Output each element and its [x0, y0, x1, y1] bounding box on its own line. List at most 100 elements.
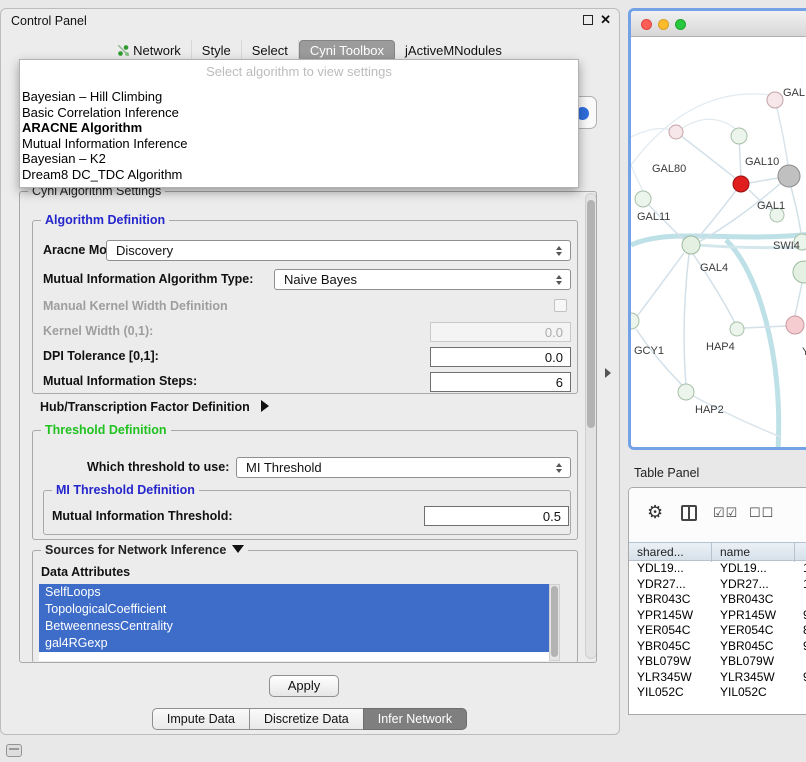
- network-node[interactable]: [733, 176, 749, 192]
- network-node-label: GAL: [783, 87, 805, 99]
- mi-steps-input[interactable]: 6: [430, 372, 571, 392]
- table-row[interactable]: YDR27...YDR27...12: [629, 577, 806, 593]
- table-column-header[interactable]: [795, 543, 806, 562]
- select-unchecked-rows-icon[interactable]: ☐☐: [749, 505, 774, 521]
- table-row[interactable]: YLR345WYLR345W9.: [629, 670, 806, 686]
- table-row[interactable]: YBR045CYBR045C9.: [629, 639, 806, 655]
- table-row[interactable]: YBL079WYBL079W: [629, 654, 806, 670]
- zoom-traffic-light-icon[interactable]: [675, 19, 686, 30]
- mi-algorithm-type-label: Mutual Information Algorithm Type:: [43, 272, 253, 286]
- data-attributes-list[interactable]: SelfLoopsTopologicalCoefficientBetweenne…: [39, 584, 549, 661]
- apply-button[interactable]: Apply: [269, 675, 339, 697]
- expander-expanded-icon: [232, 545, 244, 553]
- tab-network[interactable]: Network: [108, 40, 192, 61]
- network-node[interactable]: [678, 384, 694, 400]
- tab-label: Cyni Toolbox: [310, 43, 384, 58]
- network-node[interactable]: [731, 128, 747, 144]
- attribute-item[interactable]: TopologicalCoefficient: [39, 601, 549, 618]
- mi-algorithm-type-select[interactable]: Naive Bayes: [274, 269, 571, 290]
- table-panel-window: ⚙ ☑☑ ☐☐ shared...name YDL19...YDL19...13…: [628, 487, 806, 715]
- network-edge: [636, 329, 683, 386]
- network-window-titlebar: [631, 11, 806, 37]
- close-traffic-light-icon[interactable]: [641, 19, 652, 30]
- network-canvas[interactable]: GALGAL80GAL10GAL11GAL1SWI4GAL4GCY1HAP4HA…: [631, 37, 806, 447]
- algorithm-option[interactable]: Bayesian – K2: [20, 151, 578, 167]
- combo-arrows-icon: [553, 463, 565, 473]
- float-window-icon[interactable]: [583, 15, 593, 25]
- tab-select[interactable]: Select: [242, 40, 299, 61]
- table-cell: YBR043C: [712, 592, 795, 608]
- table-row[interactable]: YBR043CYBR043C: [629, 592, 806, 608]
- which-threshold-select[interactable]: MI Threshold: [236, 457, 571, 478]
- panel-resize-handle[interactable]: [605, 368, 611, 378]
- attribute-item[interactable]: BetweennessCentrality: [39, 618, 549, 635]
- table-toolbar: ⚙ ☑☑ ☐☐: [629, 488, 806, 542]
- sources-expander[interactable]: Sources for Network Inference: [41, 543, 248, 557]
- table-row[interactable]: YIL052CYIL052C: [629, 685, 806, 701]
- table-row[interactable]: YER054CYER054C8.: [629, 623, 806, 639]
- network-edge: [749, 178, 778, 183]
- table-rows: YDL19...YDL19...13YDR27...YDR27...12YBR0…: [629, 561, 806, 714]
- collapsed-panel-icon[interactable]: [6, 744, 22, 757]
- bottom-tab-impute-data[interactable]: Impute Data: [152, 708, 250, 730]
- table-cell: YBR045C: [712, 639, 795, 655]
- algorithm-option[interactable]: Bayesian – Hill Climbing: [20, 89, 578, 105]
- tab-label: Network: [133, 43, 181, 58]
- attribute-item[interactable]: gal4RGexp: [39, 635, 549, 652]
- attributes-scrollbar-thumb[interactable]: [551, 586, 558, 657]
- mi-threshold-input[interactable]: 0.5: [424, 506, 569, 526]
- algorithm-option[interactable]: Mutual Information Inference: [20, 136, 578, 152]
- network-node[interactable]: [778, 165, 800, 187]
- manual-kernel-width-checkbox[interactable]: [554, 299, 567, 312]
- table-cell: YBL079W: [712, 654, 795, 670]
- attribute-item[interactable]: SelfLoops: [39, 584, 549, 601]
- table-cell: 9.: [795, 670, 806, 686]
- which-threshold-label: Which threshold to use:: [87, 460, 229, 474]
- table-cell: YIL052C: [712, 685, 795, 701]
- bottom-tab-discretize-data[interactable]: Discretize Data: [249, 708, 364, 730]
- close-icon[interactable]: ✕: [600, 14, 611, 26]
- bottom-tab-bar: Impute DataDiscretize DataInfer Network: [1, 708, 619, 730]
- mi-steps-label: Mutual Information Steps:: [43, 374, 197, 388]
- cyni-algorithm-settings-group: Cyni Algorithm Settings Algorithm Defini…: [19, 191, 597, 663]
- mi-threshold-definition-title: MI Threshold Definition: [52, 483, 199, 497]
- minimize-traffic-light-icon[interactable]: [658, 19, 669, 30]
- combo-arrows-icon: [553, 246, 565, 256]
- attributes-scrollbar[interactable]: [549, 584, 560, 661]
- columns-icon[interactable]: [681, 505, 697, 521]
- network-node[interactable]: [682, 236, 700, 254]
- data-attributes-label: Data Attributes: [41, 565, 130, 579]
- network-node[interactable]: [793, 261, 806, 283]
- network-node-label: GAL11: [637, 211, 670, 223]
- tab-style[interactable]: Style: [192, 40, 242, 61]
- table-cell: YBL079W: [629, 654, 712, 670]
- network-node[interactable]: [669, 125, 683, 139]
- algorithm-dropdown-placeholder: Select algorithm to view settings: [20, 63, 578, 81]
- dpi-tolerance-input[interactable]: 0.0: [430, 347, 571, 367]
- table-row[interactable]: YDL19...YDL19...13: [629, 561, 806, 577]
- dpi-tolerance-label: DPI Tolerance [0,1]:: [43, 349, 159, 363]
- network-node-label: GAL4: [700, 262, 728, 274]
- network-node[interactable]: [730, 322, 744, 336]
- gear-icon[interactable]: ⚙: [647, 502, 663, 523]
- bottom-tab-infer-network[interactable]: Infer Network: [363, 708, 467, 730]
- algorithm-option[interactable]: Basic Correlation Inference: [20, 105, 578, 121]
- algorithm-option[interactable]: Dream8 DC_TDC Algorithm: [20, 167, 578, 183]
- table-column-header[interactable]: shared...: [629, 543, 712, 562]
- select-checked-rows-icon[interactable]: ☑☑: [713, 505, 738, 521]
- table-column-header[interactable]: name: [712, 543, 795, 562]
- network-node-label: HAP4: [706, 341, 735, 353]
- table-cell: 9.: [795, 608, 806, 624]
- tab-jactivemnodules[interactable]: jActiveMNodules: [395, 40, 512, 61]
- table-cell: [795, 654, 806, 670]
- hub-tf-expander[interactable]: Hub/Transcription Factor Definition: [40, 400, 269, 414]
- network-node[interactable]: [635, 191, 651, 207]
- algorithm-option[interactable]: ARACNE Algorithm: [20, 120, 578, 136]
- table-cell: YDR27...: [629, 577, 712, 593]
- tab-cyni-toolbox[interactable]: Cyni Toolbox: [299, 40, 395, 61]
- network-node[interactable]: [767, 92, 783, 108]
- table-cell: 8.: [795, 623, 806, 639]
- aracne-mode-select[interactable]: Discovery: [106, 240, 571, 261]
- table-row[interactable]: YPR145WYPR145W9.: [629, 608, 806, 624]
- network-node[interactable]: [786, 316, 804, 334]
